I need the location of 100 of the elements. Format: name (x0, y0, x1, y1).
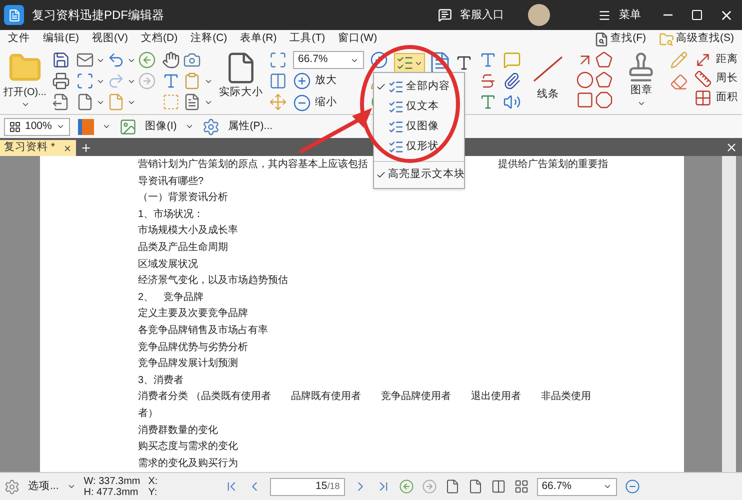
menu-option[interactable]: 仅形状 (374, 137, 464, 157)
document-text: 消费者分类 （品类既有使用者 品牌既有使用者 竞争品牌使用者 退出使用者 非品类使用 (138, 390, 591, 404)
scrollbar[interactable] (722, 156, 736, 472)
area-icon[interactable] (694, 89, 712, 107)
document-text: 购买态度与需求的变化 (138, 440, 238, 454)
dropdown-caret-icon[interactable] (66, 482, 76, 491)
dropdown-caret-icon[interactable] (20, 100, 30, 109)
line-icon[interactable] (532, 55, 564, 83)
open-button[interactable]: 打开(O)... (4, 85, 46, 100)
distance-button[interactable]: 距离 (716, 52, 738, 68)
save-icon[interactable] (52, 51, 70, 69)
dropdown-caret-icon[interactable] (102, 122, 111, 131)
cursor-x-text: X: (148, 476, 158, 486)
zoom-out-icon[interactable] (293, 94, 311, 112)
options-button[interactable]: 选项... (28, 478, 59, 494)
export-document-icon[interactable] (52, 93, 70, 111)
fit-page-icon[interactable] (269, 51, 287, 69)
menu-item[interactable]: 文档(D) (141, 31, 178, 47)
stamp-button[interactable]: 图章 (630, 83, 652, 99)
clipboard-icon[interactable] (183, 72, 201, 90)
document-tab[interactable]: 复习资料 * (0, 140, 76, 156)
properties-button[interactable]: 属性(P)... (228, 118, 273, 134)
menu-option[interactable]: 仅文本 (374, 97, 464, 117)
dropdown-caret-icon[interactable] (184, 122, 194, 131)
close-document-icon[interactable] (725, 141, 738, 154)
undo-icon[interactable] (107, 51, 125, 69)
menu-icon[interactable] (598, 8, 611, 22)
avatar (528, 4, 550, 26)
find-button[interactable]: 查找(F) (610, 31, 646, 47)
single-page-icon[interactable] (444, 479, 460, 494)
document-text: 1、市场状况： (138, 208, 204, 222)
line-button[interactable]: 线条 (537, 87, 560, 103)
select-objects-button[interactable] (394, 53, 425, 73)
document-text: 需求的变化及购买行为 (138, 456, 238, 471)
rectangle-icon[interactable] (576, 91, 594, 109)
continuous-page-icon[interactable] (468, 479, 483, 494)
area-button[interactable]: 面积 (716, 90, 738, 106)
strikethrough-icon[interactable] (478, 72, 497, 90)
support-link[interactable]: 客服入口 (460, 6, 504, 24)
new-tab-icon[interactable] (80, 142, 92, 154)
document-search-icon[interactable] (183, 93, 201, 111)
document-icon[interactable] (76, 93, 94, 111)
multi-page-icon[interactable] (514, 479, 529, 494)
two-page-icon[interactable] (490, 479, 506, 494)
document-text: 市场规模大小及成长率 (138, 224, 238, 238)
speaker-icon[interactable] (502, 93, 521, 111)
properties-icon[interactable] (202, 118, 220, 136)
opacity-dropdown[interactable]: 100% (4, 118, 70, 136)
zoom-out-icon[interactable] (624, 479, 640, 494)
page-number-field[interactable]: 15/18 (270, 478, 345, 496)
menu-item[interactable]: 注释(C) (190, 31, 228, 47)
ellipse-icon[interactable] (576, 71, 594, 89)
menu-item[interactable]: 文件 (8, 31, 30, 47)
menu-item[interactable]: 表单(R) (240, 31, 277, 47)
hand-icon[interactable] (162, 51, 180, 69)
zoom-out-button[interactable]: 缩小 (315, 95, 337, 111)
text-select-icon[interactable] (162, 72, 180, 90)
image-icon[interactable] (118, 118, 137, 136)
chat-icon[interactable] (438, 8, 452, 22)
check-icon (376, 170, 386, 180)
perimeter-button[interactable]: 周长 (716, 71, 738, 87)
zoom-in-icon[interactable] (293, 72, 311, 90)
mail-icon[interactable] (76, 51, 94, 69)
menu-option[interactable]: 高亮显示文本块 (374, 166, 464, 184)
zoom-in-button[interactable]: 放大 (315, 73, 337, 89)
zoom-dropdown[interactable]: 66.7% (536, 478, 617, 496)
select-objects-icon[interactable] (396, 54, 414, 72)
check-icon (376, 82, 386, 92)
highlight-text-icon[interactable] (478, 51, 497, 69)
image-button[interactable]: 图像(I) (144, 118, 177, 134)
text-box-icon[interactable] (454, 54, 473, 72)
advanced-find-button[interactable]: 高级查找(S) (676, 31, 734, 47)
distance-icon[interactable] (694, 51, 712, 69)
menu-item[interactable]: 窗口(W) (338, 31, 378, 47)
zoom-dropdown[interactable]: 66.7% (293, 51, 364, 69)
menu-option[interactable]: 全部内容 (374, 77, 464, 97)
document-text: （一）背景资讯分析 (138, 190, 228, 206)
document-text: 提供给广告策划的重要指 (498, 158, 608, 172)
close-tab-icon[interactable] (63, 144, 72, 152)
find-icon[interactable] (594, 32, 609, 46)
printer-icon[interactable] (52, 72, 70, 90)
camera-icon[interactable] (183, 51, 201, 69)
maximize-icon[interactable] (691, 9, 703, 21)
document-text: 消费群数量的变化 (138, 424, 218, 438)
menu-item[interactable]: 工具(T) (290, 31, 326, 47)
document-text: 导资讯有哪些? (138, 174, 204, 189)
menu-button[interactable]: 菜单 (619, 6, 641, 24)
paperclip-icon[interactable] (502, 72, 521, 90)
pentagon-icon[interactable] (595, 71, 614, 89)
menu-item[interactable]: 视图(V) (92, 31, 128, 47)
underline-icon[interactable] (478, 93, 497, 111)
polygon-icon[interactable] (595, 51, 614, 69)
menu-item[interactable]: 编辑(E) (43, 31, 79, 47)
fill-color-icon[interactable] (78, 118, 94, 134)
add-icon[interactable] (370, 51, 388, 69)
actual-size-button[interactable]: 实际大小 (219, 85, 263, 101)
document-text: 经济景气变化，以及市场趋势预估 (138, 274, 288, 288)
eraser-icon[interactable] (670, 73, 688, 91)
options-icon[interactable] (4, 478, 20, 494)
menu-option[interactable]: 仅图像 (374, 117, 464, 137)
